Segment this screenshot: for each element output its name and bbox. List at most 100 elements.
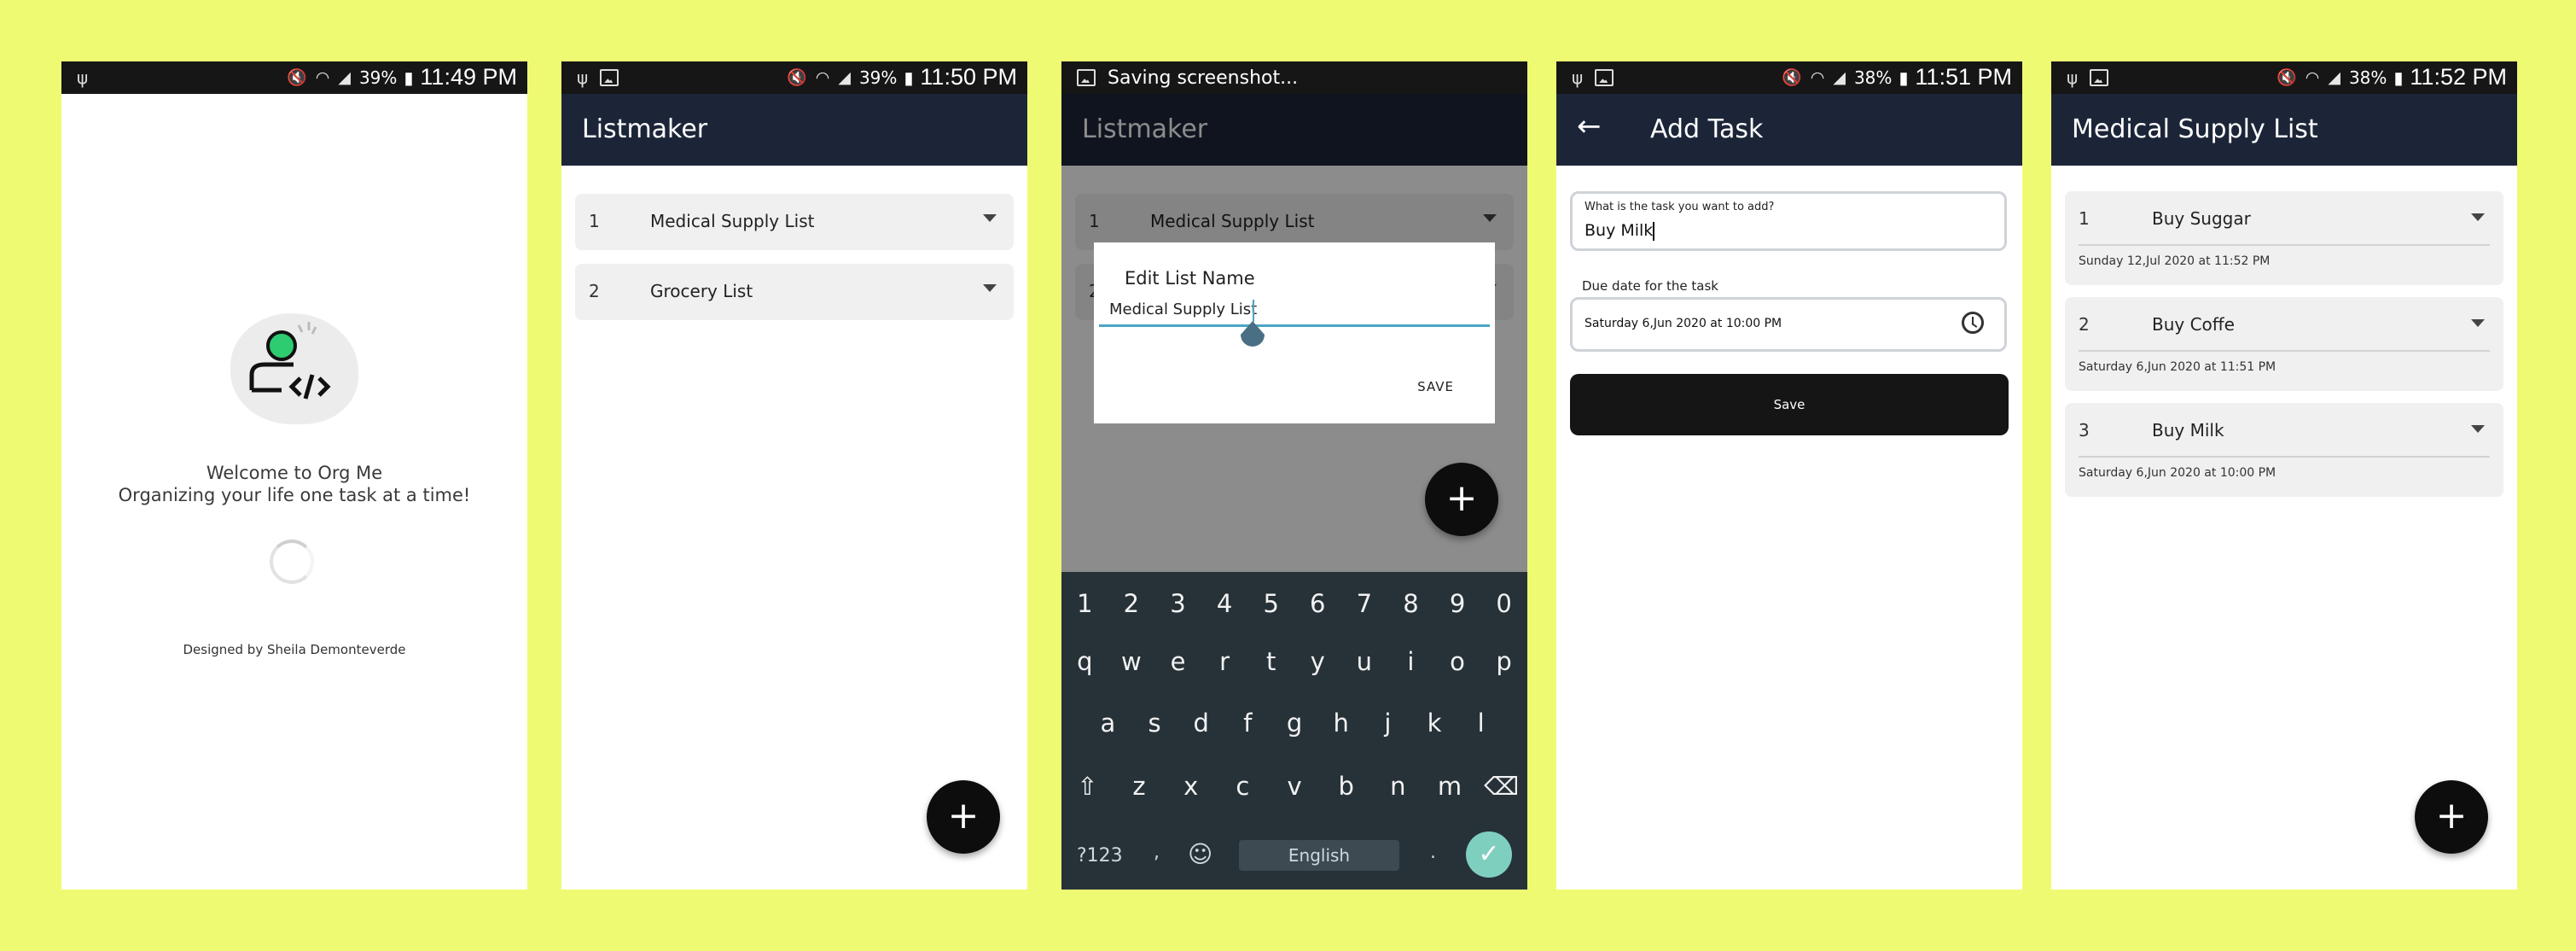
key[interactable]: z	[1114, 772, 1166, 801]
key[interactable]: n	[1372, 772, 1424, 801]
dropdown-arrow-icon[interactable]	[2471, 213, 2485, 221]
key[interactable]: 2	[1108, 589, 1155, 618]
add-list-button[interactable]: +	[927, 780, 1000, 854]
task-name-field[interactable]: What is the task you want to add? Buy Mi…	[1570, 191, 2007, 251]
save-button[interactable]: SAVE	[1417, 379, 1454, 394]
image-notification-icon	[600, 69, 619, 86]
done-key-icon[interactable]: ✓	[1466, 831, 1512, 878]
key[interactable]: 1	[1061, 589, 1108, 618]
backspace-key-icon[interactable]: ⌫	[1475, 772, 1527, 801]
keyboard-row-1: q w e r t y u i o p	[1061, 647, 1527, 676]
key[interactable]: 6	[1294, 589, 1341, 618]
task-due-date: Sunday 12,Jul 2020 at 11:52 PM	[2079, 254, 2271, 268]
key[interactable]: v	[1269, 772, 1321, 801]
emoji-key-icon[interactable]: ☺	[1188, 840, 1212, 868]
task-due-date: Saturday 6,Jun 2020 at 11:51 PM	[2079, 360, 2277, 374]
divider	[2079, 244, 2490, 246]
key[interactable]: i	[1387, 647, 1434, 676]
key[interactable]: p	[1480, 647, 1527, 676]
app-bar: Listmaker	[561, 94, 1027, 166]
task-item[interactable]: 3 Buy Milk Saturday 6,Jun 2020 at 10:00 …	[2065, 403, 2503, 497]
key[interactable]: 9	[1434, 589, 1481, 618]
usb-icon: ψ	[1572, 67, 1584, 88]
key[interactable]: b	[1320, 772, 1372, 801]
task-item[interactable]: 2 Buy Coffe Saturday 6,Jun 2020 at 11:51…	[2065, 297, 2503, 391]
dropdown-arrow-icon[interactable]	[2471, 319, 2485, 327]
space-key[interactable]: English	[1239, 840, 1399, 871]
key[interactable]: 0	[1480, 589, 1527, 618]
divider	[2079, 350, 2490, 352]
splash-screen: ψ 🔇 ◠ ◢ 39% ▮ 11:49 PM Welcome to Org Me…	[61, 61, 527, 890]
signal-icons: 🔇 ◠ ◢	[1782, 68, 1847, 87]
battery-icon: ▮	[404, 67, 414, 88]
key[interactable]: h	[1317, 709, 1364, 738]
list-item[interactable]: 1 Medical Supply List	[575, 194, 1014, 250]
key[interactable]: a	[1084, 709, 1131, 738]
keyboard-row-2: a s d f g h j k l	[1061, 709, 1527, 738]
key[interactable]: g	[1271, 709, 1318, 738]
battery-level: 38%	[1853, 67, 1893, 88]
add-task-button[interactable]: +	[2415, 780, 2488, 854]
status-message: Saving screenshot...	[1108, 67, 1299, 89]
task-name-input[interactable]: Buy Milk	[1585, 221, 1655, 241]
symbols-key[interactable]: ?123	[1077, 845, 1123, 866]
comma-key[interactable]: ,	[1154, 842, 1160, 863]
developer-icon	[249, 322, 331, 400]
key[interactable]: e	[1154, 647, 1201, 676]
key[interactable]: 5	[1247, 589, 1294, 618]
key[interactable]: t	[1247, 647, 1294, 676]
list-detail-screen: ψ 🔇 ◠ ◢ 38% ▮ 11:52 PM Medical Supply Li…	[2051, 61, 2517, 890]
task-name: Buy Coffe	[2152, 314, 2235, 335]
input-underline	[1099, 324, 1490, 327]
listmaker-screen: ψ 🔇 ◠ ◢ 39% ▮ 11:50 PM Listmaker 1 Medic…	[561, 61, 1027, 890]
key[interactable]: d	[1178, 709, 1224, 738]
key[interactable]: s	[1131, 709, 1178, 738]
due-date-field[interactable]: Saturday 6,Jun 2020 at 10:00 PM	[1570, 297, 2007, 352]
clock-icon[interactable]	[1962, 312, 1984, 334]
shift-key-icon[interactable]: ⇧	[1061, 772, 1114, 801]
key[interactable]: 4	[1201, 589, 1248, 618]
signal-icons: 🔇 ◠ ◢	[2277, 68, 2342, 87]
key[interactable]: 3	[1154, 589, 1201, 618]
key[interactable]: l	[1457, 709, 1504, 738]
task-name-label: What is the task you want to add?	[1585, 201, 1775, 213]
key[interactable]: y	[1294, 647, 1341, 676]
key[interactable]: m	[1424, 772, 1476, 801]
designer-credit: Designed by Sheila Demonteverde	[183, 642, 406, 657]
key[interactable]: x	[1165, 772, 1217, 801]
key[interactable]: 8	[1387, 589, 1434, 618]
task-number: 2	[2079, 314, 2090, 335]
key[interactable]: j	[1364, 709, 1411, 738]
dropdown-arrow-icon[interactable]	[983, 214, 997, 222]
list-name-input[interactable]: Medical Supply List	[1109, 300, 1257, 318]
image-notification-icon	[1595, 69, 1614, 86]
add-task-screen: ψ 🔇 ◠ ◢ 38% ▮ 11:51 PM ← Add Task What i…	[1556, 61, 2022, 890]
key[interactable]: o	[1434, 647, 1481, 676]
status-bar: ψ 🔇 ◠ ◢ 38% ▮ 11:52 PM	[2051, 61, 2517, 94]
dropdown-arrow-icon[interactable]	[983, 284, 997, 292]
key[interactable]: 7	[1341, 589, 1388, 618]
add-list-button[interactable]: +	[1425, 463, 1498, 536]
image-notification-icon	[2090, 69, 2109, 86]
edit-list-screen: Saving screenshot... Listmaker 1 Medical…	[1061, 61, 1527, 890]
period-key[interactable]: .	[1430, 842, 1436, 863]
list-item[interactable]: 2 Grocery List	[575, 264, 1014, 320]
key[interactable]: w	[1108, 647, 1155, 676]
task-item[interactable]: 1 Buy Suggar Sunday 12,Jul 2020 at 11:52…	[2065, 191, 2503, 285]
key[interactable]: f	[1224, 709, 1271, 738]
dialog-title: Edit List Name	[1125, 268, 1255, 289]
cursor-handle-icon[interactable]	[1239, 319, 1266, 353]
status-bar: ψ 🔇 ◠ ◢ 38% ▮ 11:51 PM	[1556, 61, 2022, 94]
page-title: Add Task	[1650, 114, 1764, 144]
key[interactable]: r	[1201, 647, 1248, 676]
dropdown-arrow-icon[interactable]	[2471, 425, 2485, 433]
task-name: Buy Milk	[2152, 420, 2224, 440]
save-task-button[interactable]: Save	[1570, 374, 2009, 435]
key[interactable]: q	[1061, 647, 1108, 676]
back-arrow-icon[interactable]: ←	[1577, 109, 1602, 143]
key[interactable]: c	[1217, 772, 1269, 801]
key[interactable]: k	[1411, 709, 1458, 738]
key[interactable]: u	[1341, 647, 1388, 676]
image-notification-icon	[1077, 69, 1096, 86]
battery-level: 38%	[2348, 67, 2387, 88]
